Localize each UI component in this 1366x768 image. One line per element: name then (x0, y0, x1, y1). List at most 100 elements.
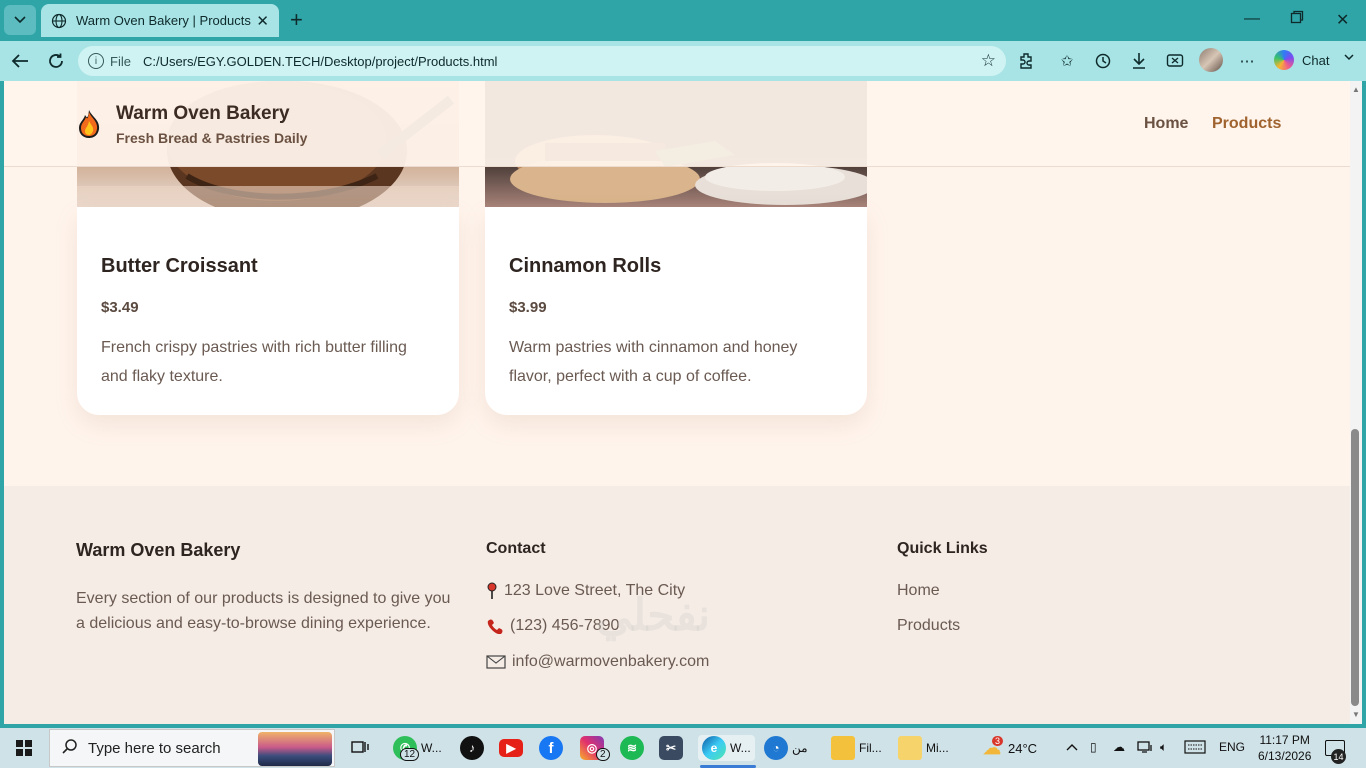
address-scheme: File (110, 53, 131, 69)
footer-about-title: Warm Oven Bakery (76, 540, 241, 560)
footer-about-text: Every section of our products is designe… (76, 590, 451, 632)
taskbar-arabic-app[interactable]: ◔ من (764, 735, 808, 761)
product-card: Cinnamon Rolls $3.99 Warm pastries with … (485, 207, 867, 415)
tab-title: Warm Oven Bakery | Products (76, 13, 251, 28)
taskbar-search[interactable]: Type here to search (49, 729, 335, 767)
spotify-icon: ≋ (620, 736, 644, 760)
clock-time: 11:17 PM (1259, 733, 1310, 747)
info-icon[interactable]: i (88, 53, 104, 69)
favorites-icon[interactable]: ✩ (1057, 51, 1077, 71)
app-icon: ◔ (764, 736, 788, 760)
footer-links-title: Quick Links (897, 540, 988, 557)
weather-widget[interactable]: ☁ 24°C (980, 735, 1037, 761)
chevron-down-icon (14, 16, 26, 24)
product-description: French crispy pastries with rich butter … (101, 339, 407, 385)
favorite-star-icon[interactable]: ☆ (981, 51, 996, 71)
downloads-icon[interactable] (1129, 51, 1149, 71)
show-hidden-icons-chevron-icon[interactable] (1066, 740, 1078, 754)
site-header: Warm Oven Bakery Fresh Bread & Pastries … (4, 81, 1350, 167)
scroll-down-arrow-icon[interactable]: ▼ (1352, 710, 1360, 719)
pin-icon (486, 582, 498, 600)
app-icon: ✂ (659, 736, 683, 760)
brand-name[interactable]: Warm Oven Bakery (116, 103, 290, 125)
chevron-down-icon[interactable] (1344, 50, 1354, 64)
edge-icon: e (702, 736, 726, 760)
profile-avatar[interactable] (1199, 48, 1223, 72)
footer-contact-title: Contact (486, 540, 546, 557)
close-window-button[interactable]: ✕ (1336, 10, 1349, 30)
new-tab-button[interactable]: + (290, 9, 303, 31)
product-card: Butter Croissant $3.49 French crispy pas… (77, 207, 459, 415)
address-url[interactable]: C:/Users/EGY.GOLDEN.TECH/Desktop/project… (143, 54, 981, 69)
restore-button[interactable] (1290, 10, 1304, 29)
scrollbar-thumb[interactable] (1351, 429, 1359, 706)
folder-icon (831, 736, 855, 760)
product-name: Cinnamon Rolls (509, 255, 662, 277)
youtube-icon: ▶ (499, 739, 523, 757)
refresh-icon (49, 53, 63, 68)
browser-tab-bar: Warm Oven Bakery | Products ✕ + — ✕ (0, 0, 1366, 41)
file-explorer-label: Fil... (859, 741, 882, 755)
tab-actions-button[interactable] (4, 5, 36, 35)
facebook-icon: f (539, 736, 563, 760)
browser-tab[interactable]: Warm Oven Bakery | Products ✕ (41, 4, 279, 37)
globe-icon (51, 13, 67, 28)
notification-count-badge: 14 (1331, 749, 1346, 764)
taskbar-edge[interactable]: e W... (698, 735, 755, 761)
back-arrow-icon (11, 54, 28, 68)
more-options-icon[interactable]: ⋯ (1237, 51, 1257, 71)
footer-email-text[interactable]: info@warmovenbakery.com (512, 653, 709, 671)
footer-email: info@warmovenbakery.com (486, 653, 709, 671)
whatsapp-badge: 12 (400, 748, 420, 761)
nav-link-products[interactable]: Products (1212, 115, 1281, 133)
task-view-icon[interactable] (350, 735, 370, 761)
taskbar-file-explorer[interactable]: Fil... (831, 735, 882, 761)
weather-badge: 3 (992, 736, 1004, 746)
taskbar-tiktok[interactable]: ♪ (460, 735, 488, 761)
envelope-icon (486, 653, 506, 671)
restore-icon (1290, 10, 1304, 24)
screenshot-icon[interactable] (1165, 51, 1185, 71)
product-price: $3.49 (101, 299, 139, 316)
search-highlight-image (258, 732, 332, 766)
arabic-app-label: من (792, 741, 808, 755)
instagram-badge: 2 (596, 748, 610, 761)
taskbar-facebook[interactable]: f (539, 735, 567, 761)
windows-start-icon[interactable] (16, 740, 32, 756)
edge-label: W... (730, 741, 751, 755)
taskbar-mi-app[interactable]: Mi... (898, 735, 949, 761)
browser-toolbar: i File C:/Users/EGY.GOLDEN.TECH/Desktop/… (0, 41, 1366, 81)
minimize-button[interactable]: — (1244, 10, 1260, 28)
mi-app-label: Mi... (926, 741, 949, 755)
product-description: Warm pastries with cinnamon and honey fl… (509, 339, 798, 385)
tiktok-icon: ♪ (460, 736, 484, 760)
taskbar-youtube[interactable]: ▶ (499, 735, 527, 761)
footer-link-products[interactable]: Products (897, 617, 960, 635)
clock-date: 6/13/2026 (1258, 749, 1312, 763)
watermark: نفحلي (596, 591, 711, 640)
chat-label: Chat (1302, 52, 1330, 68)
volume-icon[interactable]: 🔈︎ (1160, 740, 1167, 755)
cloud-sync-icon[interactable]: ☁ (1113, 740, 1125, 754)
footer-link-home[interactable]: Home (897, 582, 940, 600)
copilot-chat-button[interactable]: Chat (1274, 50, 1329, 70)
taskbar-spotify[interactable]: ≋ (620, 735, 648, 761)
refresh-button[interactable] (45, 50, 67, 72)
back-button[interactable] (9, 50, 31, 72)
taskbar-clock[interactable]: 11:17 PM 6/13/2026 (1258, 732, 1311, 764)
close-tab-icon[interactable]: ✕ (256, 12, 269, 30)
extensions-icon[interactable] (1017, 51, 1037, 71)
history-icon[interactable] (1093, 51, 1113, 71)
network-icon[interactable] (1137, 740, 1153, 757)
keyboard-icon[interactable] (1184, 740, 1206, 757)
nav-link-home[interactable]: Home (1144, 115, 1188, 133)
input-language[interactable]: ENG (1219, 740, 1245, 754)
windows-taskbar: Type here to search ✆ W... 12 ♪ ▶ f ◎ 2 … (0, 728, 1366, 768)
product-price: $3.99 (509, 299, 547, 316)
battery-saver-icon[interactable]: ▯ (1090, 740, 1097, 754)
copilot-icon (1274, 50, 1294, 70)
address-bar[interactable]: i File C:/Users/EGY.GOLDEN.TECH/Desktop/… (78, 46, 1006, 76)
scroll-up-arrow-icon[interactable]: ▲ (1352, 85, 1360, 94)
taskbar-snipping[interactable]: ✂ (659, 735, 687, 761)
flame-icon (79, 110, 100, 138)
